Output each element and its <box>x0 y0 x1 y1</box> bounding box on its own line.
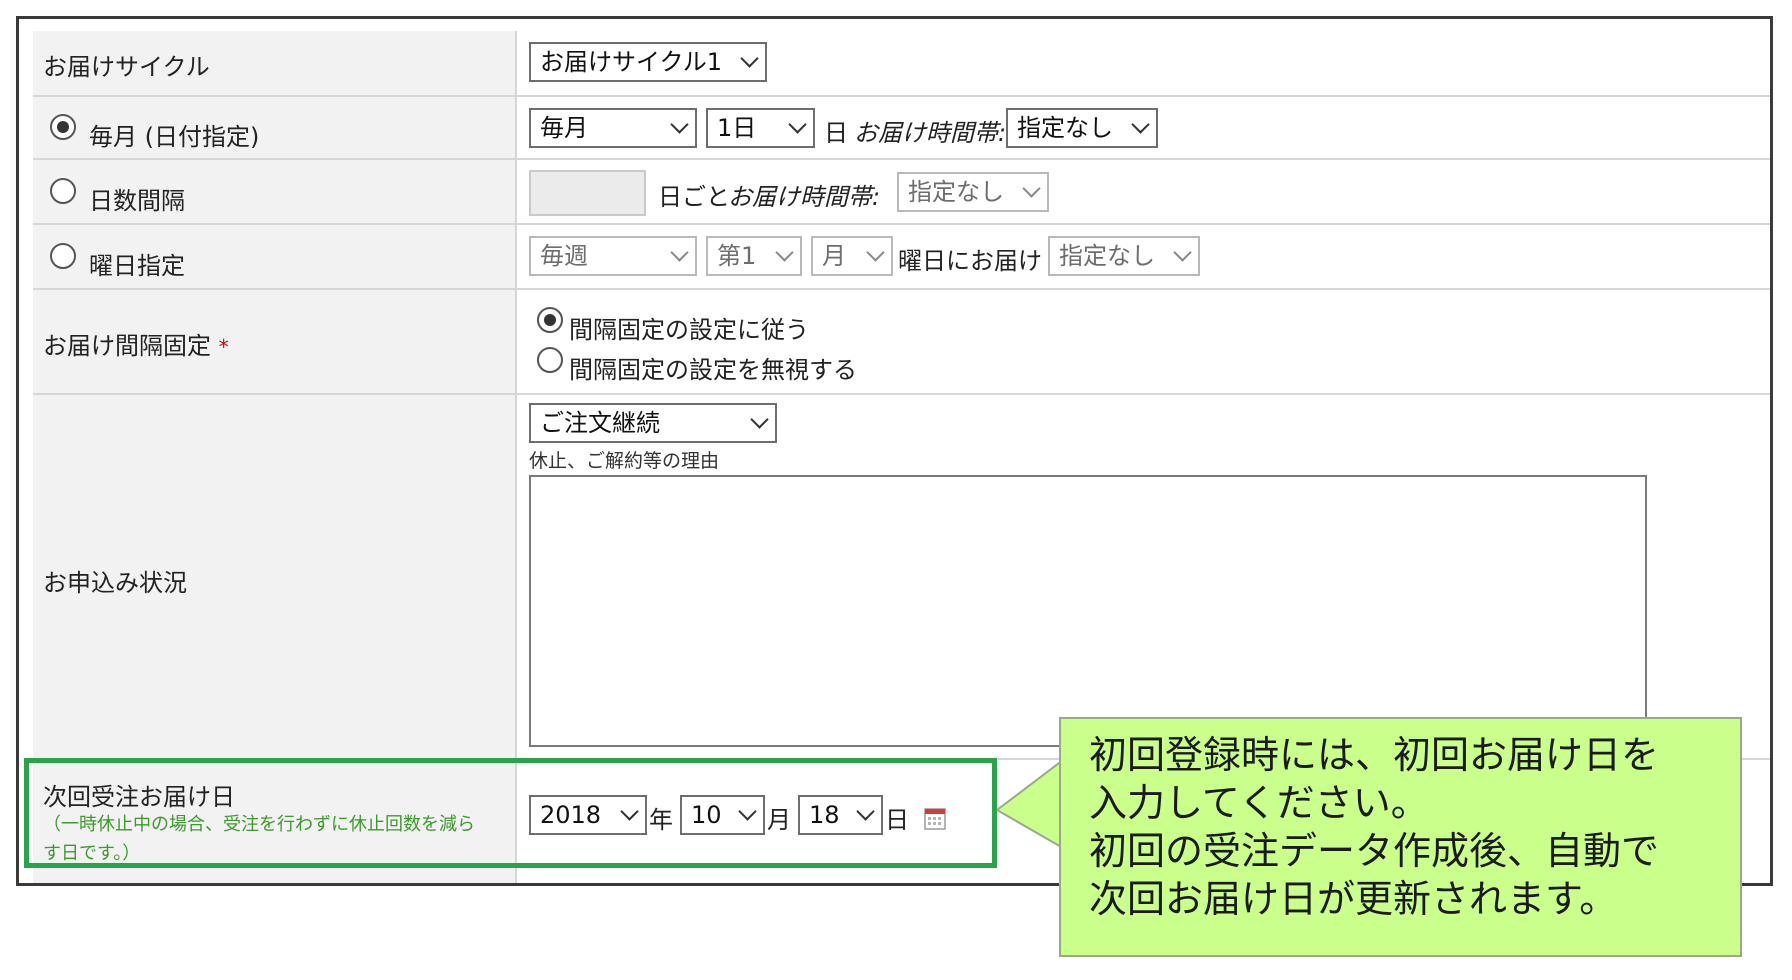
fixed-follow-label: 間隔固定の設定に従う <box>569 316 809 344</box>
monthly-time-select[interactable]: 指定なし <box>1006 108 1158 148</box>
fixed-ignore-label: 間隔固定の設定を無視する <box>569 356 857 384</box>
day-interval-label: 日数間隔 <box>89 187 185 215</box>
chevron-down-icon <box>788 115 807 134</box>
row-label-cell: 日数間隔 <box>33 160 517 225</box>
row-application-status: お申込み状況 ご注文継続 休止、ご解約等の理由 <box>33 393 1770 760</box>
day-interval-time-select[interactable]: 指定なし <box>897 172 1049 212</box>
chevron-down-icon <box>740 49 759 68</box>
row-value-cell: 間隔固定の設定に従う 間隔固定の設定を無視する <box>519 290 1770 395</box>
weekday-mid-text: 曜日にお届け <box>898 247 1042 275</box>
row-day-interval: 日数間隔 日ごと お届け時間帯: 指定なし <box>33 158 1770 225</box>
row-value-cell: お届けサイクル1 <box>519 31 1770 95</box>
row-label-cell: お届け間隔固定 * <box>33 290 517 395</box>
row-value-cell: 毎週 第1 月 曜日にお届け 指定なし <box>519 225 1770 290</box>
reason-textarea[interactable] <box>529 475 1647 747</box>
monthly-label: 毎月 (日付指定) <box>89 123 260 151</box>
chevron-down-icon <box>866 243 885 262</box>
chevron-down-icon <box>670 115 689 134</box>
day-interval-suffix: 日ごと <box>658 183 730 211</box>
row-weekday: 曜日指定 毎週 第1 月 曜日にお届け 指定なし <box>33 223 1770 290</box>
row-monthly: 毎月 (日付指定) 毎月 1日 日 お届け時間帯: 指定なし <box>33 95 1770 160</box>
row-value-cell: ご注文継続 休止、ご解約等の理由 <box>519 395 1770 760</box>
monthly-day-select[interactable]: 1日 <box>706 108 815 148</box>
weekday-dow-select-value: 月 <box>822 242 846 270</box>
weekday-dow-select[interactable]: 月 <box>811 236 893 276</box>
callout-line: 初回登録時には、初回お届け日を <box>1089 733 1660 777</box>
chevron-down-icon <box>1022 179 1041 198</box>
application-status-label: お申込み状況 <box>43 569 187 597</box>
row-label-cell: 曜日指定 <box>33 225 517 290</box>
weekday-week-select-value: 毎週 <box>540 242 588 270</box>
reason-label: 休止、ご解約等の理由 <box>529 450 720 472</box>
delivery-cycle-select[interactable]: お届けサイクル1 <box>529 42 767 82</box>
row-delivery-cycle: お届けサイクル お届けサイクル1 <box>33 31 1770 95</box>
weekday-nth-select-value: 第1 <box>717 242 757 270</box>
callout-line: 入力してください。 <box>1089 781 1429 825</box>
weekday-label: 曜日指定 <box>89 252 185 280</box>
chevron-down-icon <box>750 410 769 429</box>
callout-line: 次回お届け日が更新されます。 <box>1089 877 1618 921</box>
application-status-select-value: ご注文継続 <box>540 409 660 437</box>
day-interval-time-select-value: 指定なし <box>908 178 1004 206</box>
monthly-month-select-value: 毎月 <box>540 114 588 142</box>
weekday-radio[interactable] <box>50 243 76 269</box>
row-value-cell: 日ごと お届け時間帯: 指定なし <box>519 160 1770 225</box>
weekday-time-select-value: 指定なし <box>1059 242 1155 270</box>
delivery-cycle-label: お届けサイクル <box>43 53 210 81</box>
application-status-select[interactable]: ご注文継続 <box>529 403 777 443</box>
fixed-ignore-radio[interactable] <box>537 347 563 373</box>
callout-pointer <box>997 760 1063 848</box>
fixed-interval-label: お届け間隔固定 <box>43 332 211 360</box>
next-date-highlight-box <box>24 758 997 868</box>
chevron-down-icon <box>670 243 689 262</box>
row-label-cell: お届けサイクル <box>33 31 517 95</box>
callout-line: 初回の受注データ作成後、自動で <box>1089 829 1660 873</box>
callout-text: 初回登録時には、初回お届け日を 入力してください。 初回の受注データ作成後、自動… <box>1089 731 1659 923</box>
fixed-follow-radio[interactable] <box>537 307 563 333</box>
chevron-down-icon <box>1131 115 1150 134</box>
day-interval-time-label: お届け時間帯: <box>728 183 881 211</box>
monthly-time-label: お届け時間帯: <box>854 119 1007 147</box>
row-fixed-interval: お届け間隔固定 * 間隔固定の設定に従う 間隔固定の設定を無視する <box>33 288 1770 395</box>
chevron-down-icon <box>775 243 794 262</box>
row-label-cell: お申込み状況 <box>33 395 517 760</box>
day-interval-input[interactable] <box>529 170 646 216</box>
chevron-down-icon <box>1173 243 1192 262</box>
required-mark: * <box>218 335 229 359</box>
monthly-radio[interactable] <box>50 114 76 140</box>
monthly-time-select-value: 指定なし <box>1017 114 1113 142</box>
monthly-day-select-value: 1日 <box>717 114 757 142</box>
weekday-time-select[interactable]: 指定なし <box>1048 236 1200 276</box>
monthly-day-suffix: 日 <box>824 119 848 147</box>
instruction-callout: 初回登録時には、初回お届け日を 入力してください。 初回の受注データ作成後、自動… <box>1059 717 1742 957</box>
row-value-cell: 毎月 1日 日 お届け時間帯: 指定なし <box>519 97 1770 160</box>
fixed-interval-label-wrap: お届け間隔固定 * <box>43 326 229 361</box>
monthly-month-select[interactable]: 毎月 <box>529 108 697 148</box>
delivery-cycle-select-value: お届けサイクル1 <box>540 48 723 76</box>
weekday-nth-select[interactable]: 第1 <box>706 236 802 276</box>
day-interval-radio[interactable] <box>50 178 76 204</box>
row-label-cell: 毎月 (日付指定) <box>33 97 517 160</box>
weekday-week-select[interactable]: 毎週 <box>529 236 697 276</box>
